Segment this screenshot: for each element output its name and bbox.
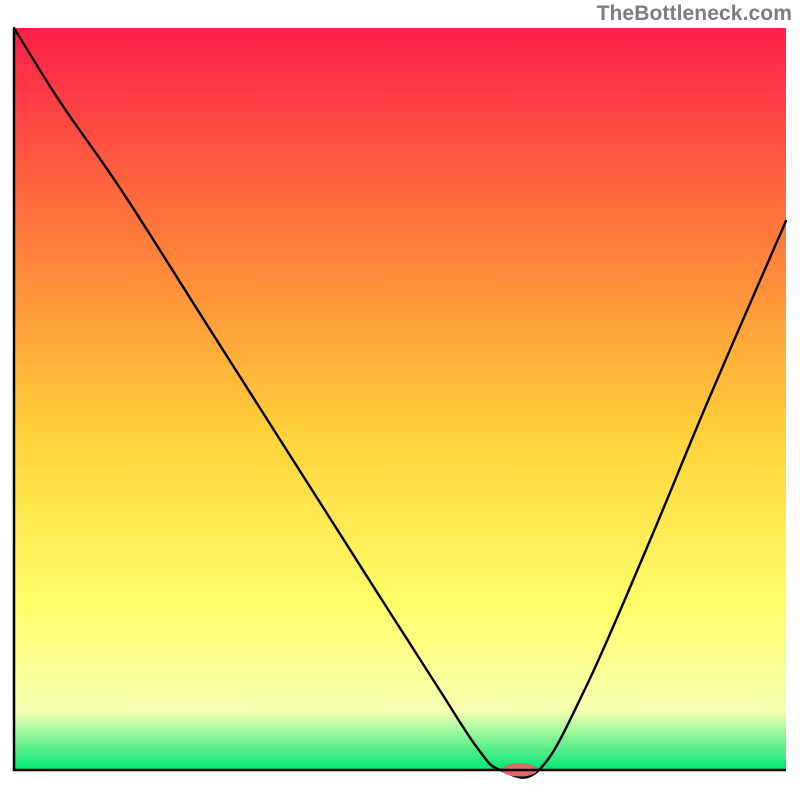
bottleneck-chart: TheBottleneck.com — [0, 0, 800, 800]
attribution-label: TheBottleneck.com — [597, 2, 792, 26]
plot-background — [14, 28, 786, 770]
chart-svg — [0, 0, 800, 800]
